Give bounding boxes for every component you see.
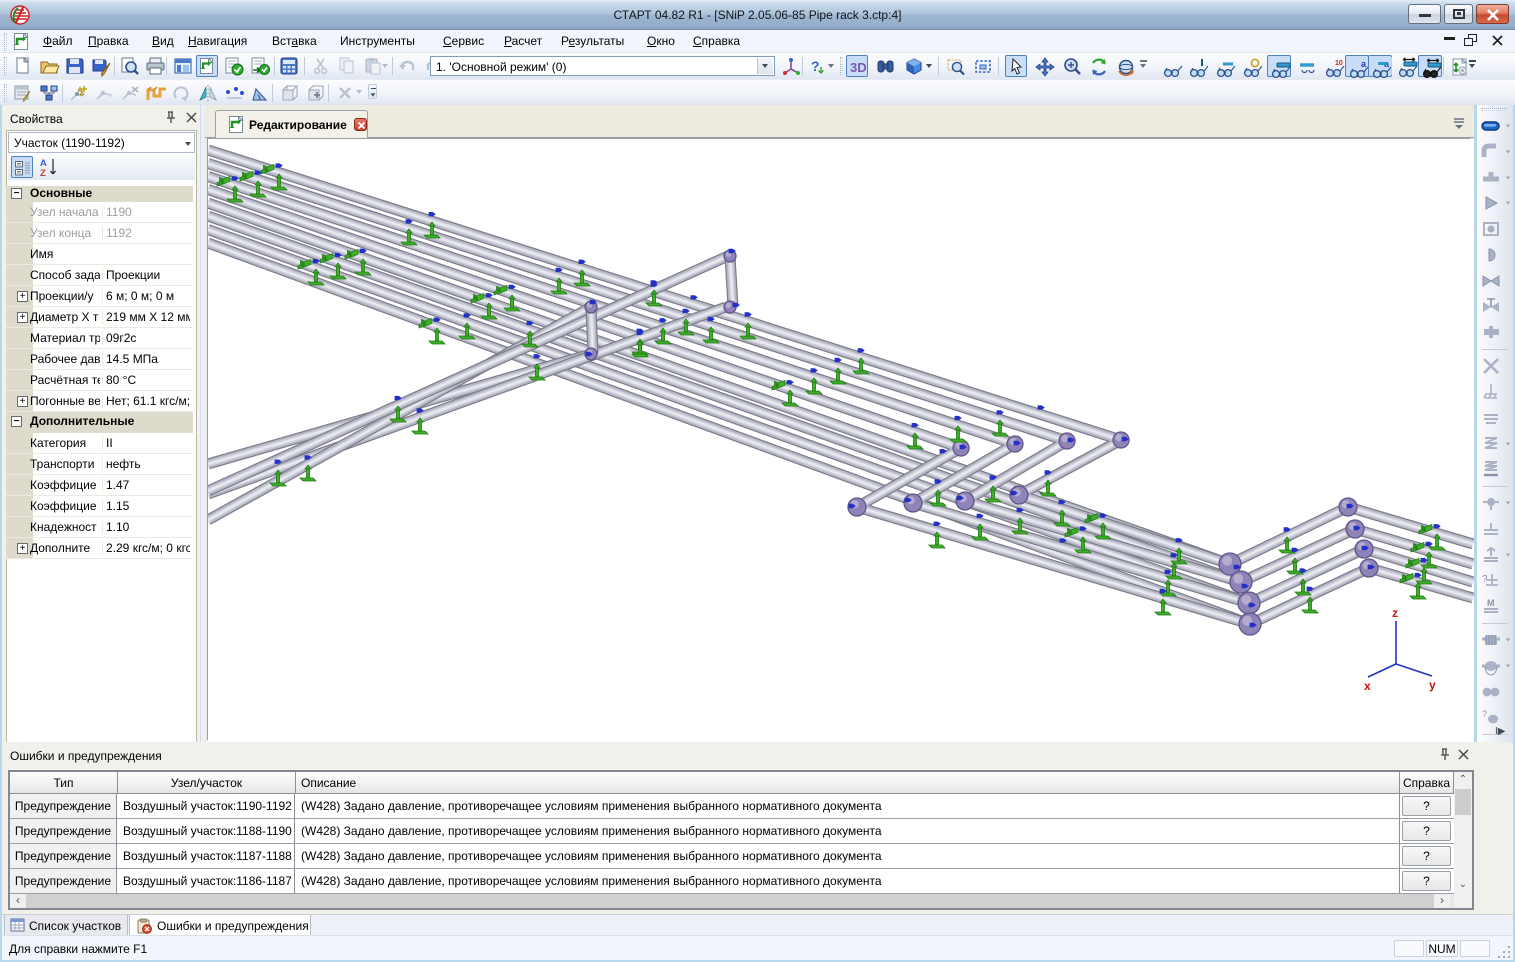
svg-text:y: y: [1429, 678, 1436, 692]
svg-text:?: ?: [811, 58, 820, 74]
svg-text:?: ?: [1482, 709, 1487, 719]
svg-text:a: a: [1361, 59, 1367, 69]
svg-text:z: z: [1392, 606, 1398, 620]
svg-text:M: M: [1487, 598, 1495, 608]
svg-text:Z: Z: [40, 168, 46, 177]
svg-text:3D: 3D: [850, 60, 867, 75]
svg-text:x: x: [1364, 679, 1371, 693]
svg-text:10: 10: [1335, 60, 1343, 67]
